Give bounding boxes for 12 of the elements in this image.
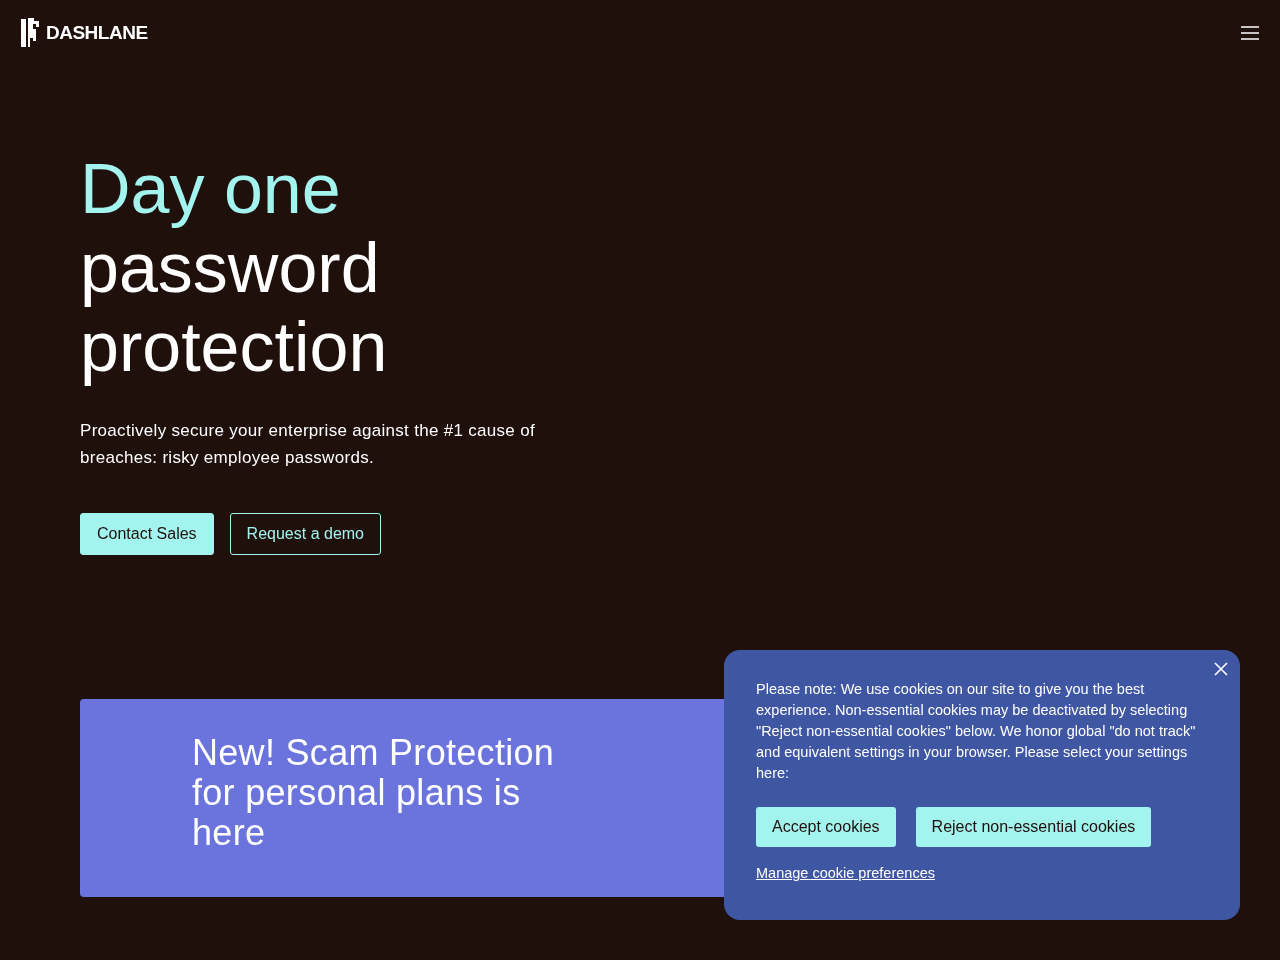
contact-sales-button[interactable]: Contact Sales (80, 513, 214, 555)
close-icon[interactable] (1214, 662, 1228, 676)
hero-heading: Day one password protection (80, 150, 389, 387)
accept-cookies-button[interactable]: Accept cookies (756, 807, 896, 847)
reject-cookies-button[interactable]: Reject non-essential cookies (915, 807, 1152, 847)
manage-preferences-link[interactable]: Manage cookie preferences (756, 865, 935, 881)
request-demo-button[interactable]: Request a demo (229, 513, 381, 555)
menu-icon[interactable] (1240, 25, 1260, 41)
hero-subtitle: Proactively secure your enterprise against the #1 cause of breaches: risky employee passwords. (80, 420, 536, 469)
banner-title: New! Scam Protection for personal plans is here (192, 733, 556, 853)
logo-icon (20, 17, 42, 49)
logo-text[interactable]: DASHLANE (46, 22, 148, 44)
